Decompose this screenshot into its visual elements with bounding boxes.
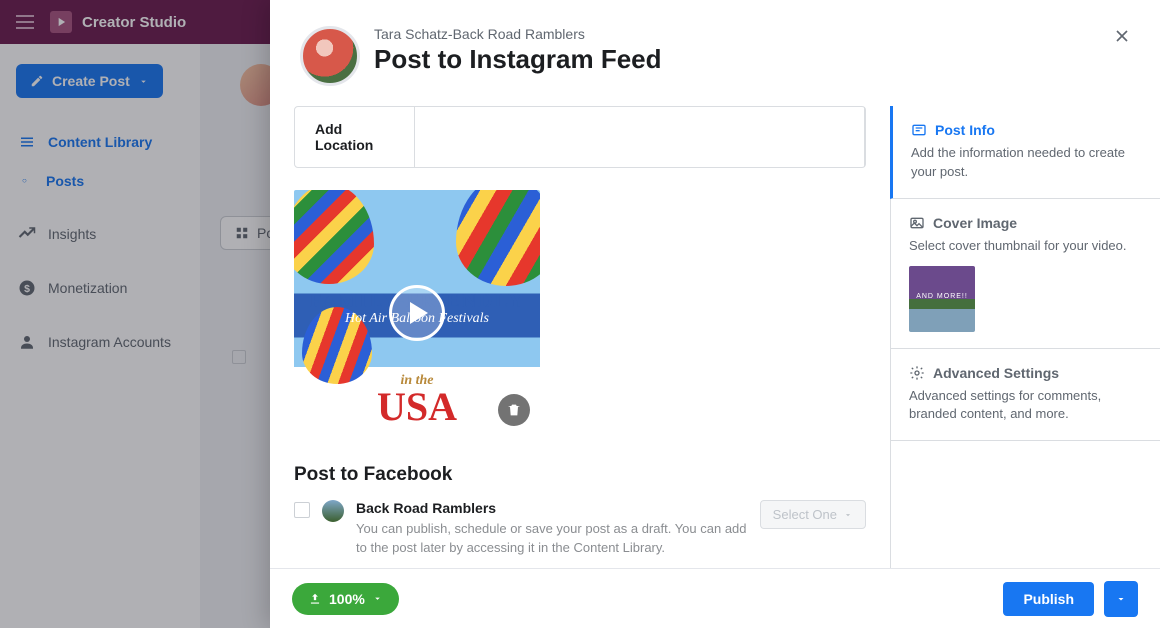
- panel-advanced-settings[interactable]: Advanced Settings Advanced settings for …: [891, 349, 1160, 442]
- page-name: Back Road Ramblers: [356, 500, 748, 516]
- delete-media-button[interactable]: [498, 394, 530, 426]
- image-icon: [909, 215, 925, 231]
- balloon-graphic: [456, 190, 540, 286]
- chevron-down-icon: [843, 510, 853, 520]
- publish-options-button[interactable]: [1104, 581, 1138, 617]
- panel-desc: Select cover thumbnail for your video.: [909, 237, 1142, 256]
- account-name: Tara Schatz-Back Road Ramblers: [374, 26, 662, 42]
- select-one-dropdown[interactable]: Select One: [760, 500, 866, 529]
- trash-icon: [506, 402, 522, 418]
- modal-header: Tara Schatz-Back Road Ramblers Post to I…: [270, 0, 1160, 106]
- panel-desc: Add the information needed to create you…: [911, 144, 1142, 182]
- facebook-checkbox[interactable]: [294, 502, 310, 518]
- chevron-down-icon: [372, 593, 383, 604]
- modal-right-panel: Post Info Add the information needed to …: [890, 106, 1160, 568]
- close-icon: [1112, 26, 1132, 46]
- video-preview: FAMILY-FRIENDLY Hot Air Balloon Festival…: [294, 190, 540, 436]
- add-location-button[interactable]: Add Location: [295, 107, 415, 167]
- location-input-area[interactable]: [415, 107, 865, 167]
- play-button[interactable]: [389, 285, 445, 341]
- select-one-label: Select One: [773, 507, 837, 522]
- location-bar: Add Location: [294, 106, 866, 168]
- panel-title: Cover Image: [933, 215, 1017, 231]
- facebook-crosspost-row: Back Road Ramblers You can publish, sche…: [294, 500, 866, 558]
- modal-body-left: Add Location FAMILY-FRIENDLY Hot Air Bal…: [270, 106, 890, 568]
- panel-title: Advanced Settings: [933, 365, 1059, 381]
- cover-thumbnail[interactable]: [909, 266, 975, 332]
- upload-icon: [308, 592, 322, 606]
- preview-usa: USA: [377, 384, 457, 429]
- account-avatar: [300, 26, 360, 86]
- panel-post-info[interactable]: Post Info Add the information needed to …: [890, 106, 1160, 199]
- upload-status-button[interactable]: 100%: [292, 583, 399, 615]
- modal-body: Add Location FAMILY-FRIENDLY Hot Air Bal…: [270, 106, 1160, 568]
- crosspost-description: You can publish, schedule or save your p…: [356, 520, 748, 558]
- panel-title: Post Info: [935, 122, 995, 138]
- modal-footer: 100% Publish: [270, 568, 1160, 628]
- panel-desc: Advanced settings for comments, branded …: [909, 387, 1142, 425]
- modal-title: Post to Instagram Feed: [374, 44, 662, 75]
- publish-button[interactable]: Publish: [1003, 582, 1094, 616]
- page-avatar: [322, 500, 344, 522]
- post-to-facebook-heading: Post to Facebook: [294, 464, 866, 486]
- close-button[interactable]: [1108, 22, 1136, 50]
- post-modal: Tara Schatz-Back Road Ramblers Post to I…: [270, 0, 1160, 628]
- panel-cover-image[interactable]: Cover Image Select cover thumbnail for y…: [891, 199, 1160, 349]
- chevron-down-icon: [1115, 593, 1127, 605]
- balloon-graphic: [294, 190, 374, 284]
- gear-icon: [909, 365, 925, 381]
- post-info-icon: [911, 122, 927, 138]
- upload-percent: 100%: [329, 591, 365, 607]
